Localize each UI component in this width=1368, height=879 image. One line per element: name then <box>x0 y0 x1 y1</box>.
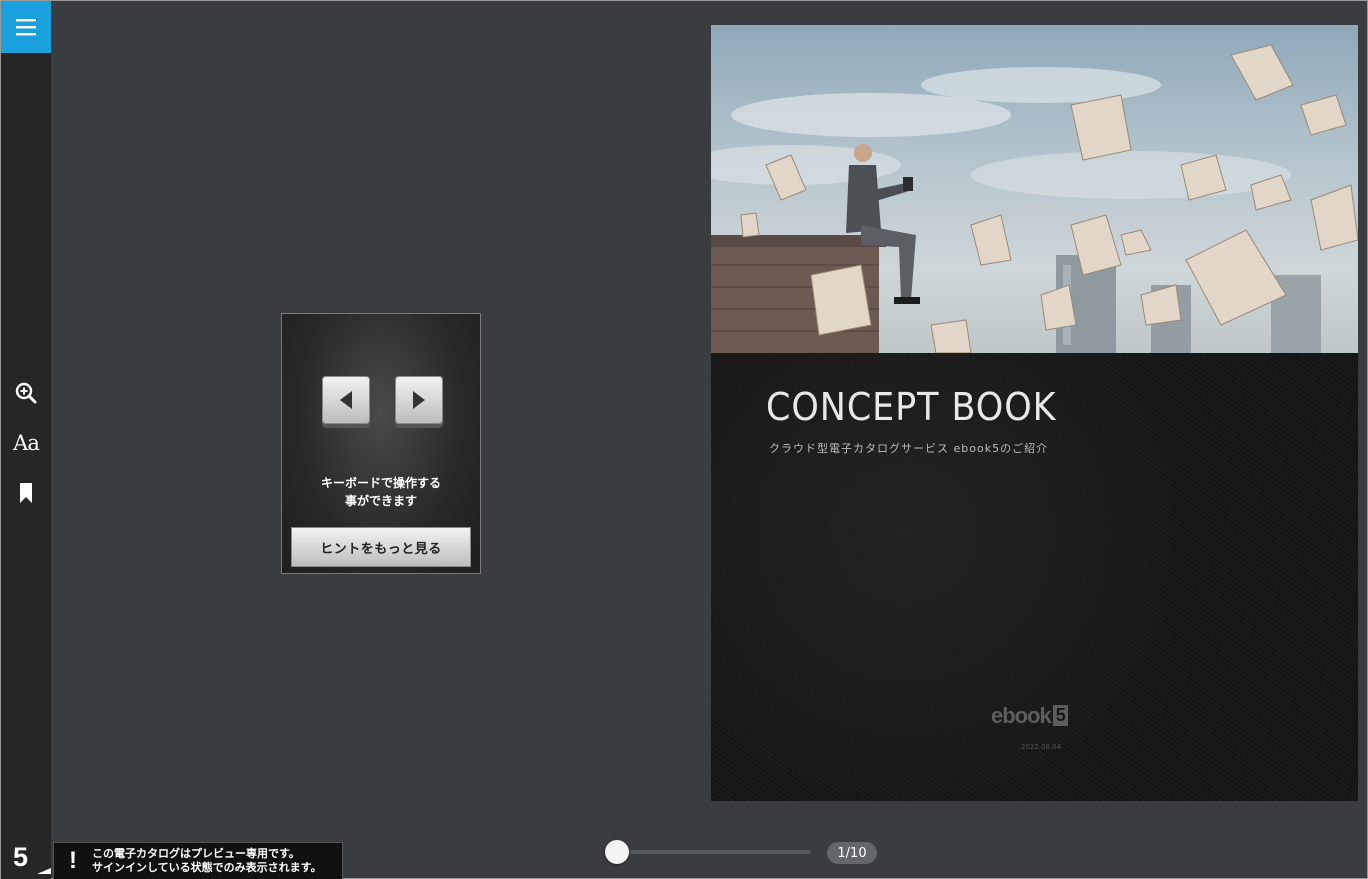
hint-text-line2: 事ができます <box>344 494 417 508</box>
font-size-button[interactable]: Aa <box>1 423 51 463</box>
sidebar: Aa 5 <box>1 1 51 879</box>
page-counter: 1/10 <box>827 842 877 864</box>
page-logo-number: 5 <box>1052 705 1068 726</box>
bookmark-button[interactable] <box>1 473 51 513</box>
cover-photo <box>711 25 1358 353</box>
cover-photo-illustration <box>711 44 1358 353</box>
page-slider-thumb[interactable] <box>605 840 629 864</box>
hint-text: キーボードで操作する 事ができます <box>282 474 480 510</box>
more-hints-button[interactable]: ヒントをもっと見る <box>291 527 471 567</box>
preview-notice-line1: この電子カタログはプレビュー専用です。 <box>92 847 300 860</box>
hamburger-menu-icon <box>16 19 36 36</box>
ebook5-page-logo: ebook 5 <box>991 703 1068 729</box>
font-size-icon: Aa <box>13 431 40 455</box>
warning-icon: ! <box>69 847 77 874</box>
ebook5-logo: 5 <box>13 842 51 874</box>
left-arrow-key[interactable] <box>322 376 370 424</box>
bookmark-icon <box>20 483 32 503</box>
book-subtitle: クラウド型電子カタログサービス ebook5のご紹介 <box>769 442 1049 455</box>
zoom-button[interactable] <box>1 373 51 413</box>
book-title: CONCEPT BOOK <box>766 385 1057 429</box>
logo-text: 5 <box>13 842 29 872</box>
book-date: 2022.08.04 <box>1021 743 1062 751</box>
page-slider-track[interactable] <box>617 850 811 854</box>
hint-text-line1: キーボードで操作する <box>320 476 441 490</box>
triangle-left-icon <box>340 391 352 409</box>
logo-flick-shape <box>37 868 51 874</box>
preview-notice-message: この電子カタログはプレビュー専用です。 サインインしている状態でのみ表示されます… <box>92 847 322 875</box>
page-logo-text: ebook <box>991 703 1052 728</box>
zoom-in-icon <box>15 382 37 404</box>
keyboard-hint-popup: キーボードで操作する 事ができます ヒントをもっと見る <box>281 313 481 574</box>
right-arrow-key[interactable] <box>395 376 443 424</box>
book-page[interactable]: CONCEPT BOOK クラウド型電子カタログサービス ebook5のご紹介 … <box>711 25 1358 801</box>
preview-notice-line2: サインインしている状態でのみ表示されます。 <box>92 861 322 874</box>
triangle-right-icon <box>413 391 425 409</box>
preview-notice: ! この電子カタログはプレビュー専用です。 サインインしている状態でのみ表示され… <box>53 842 343 879</box>
menu-button[interactable] <box>1 1 51 53</box>
